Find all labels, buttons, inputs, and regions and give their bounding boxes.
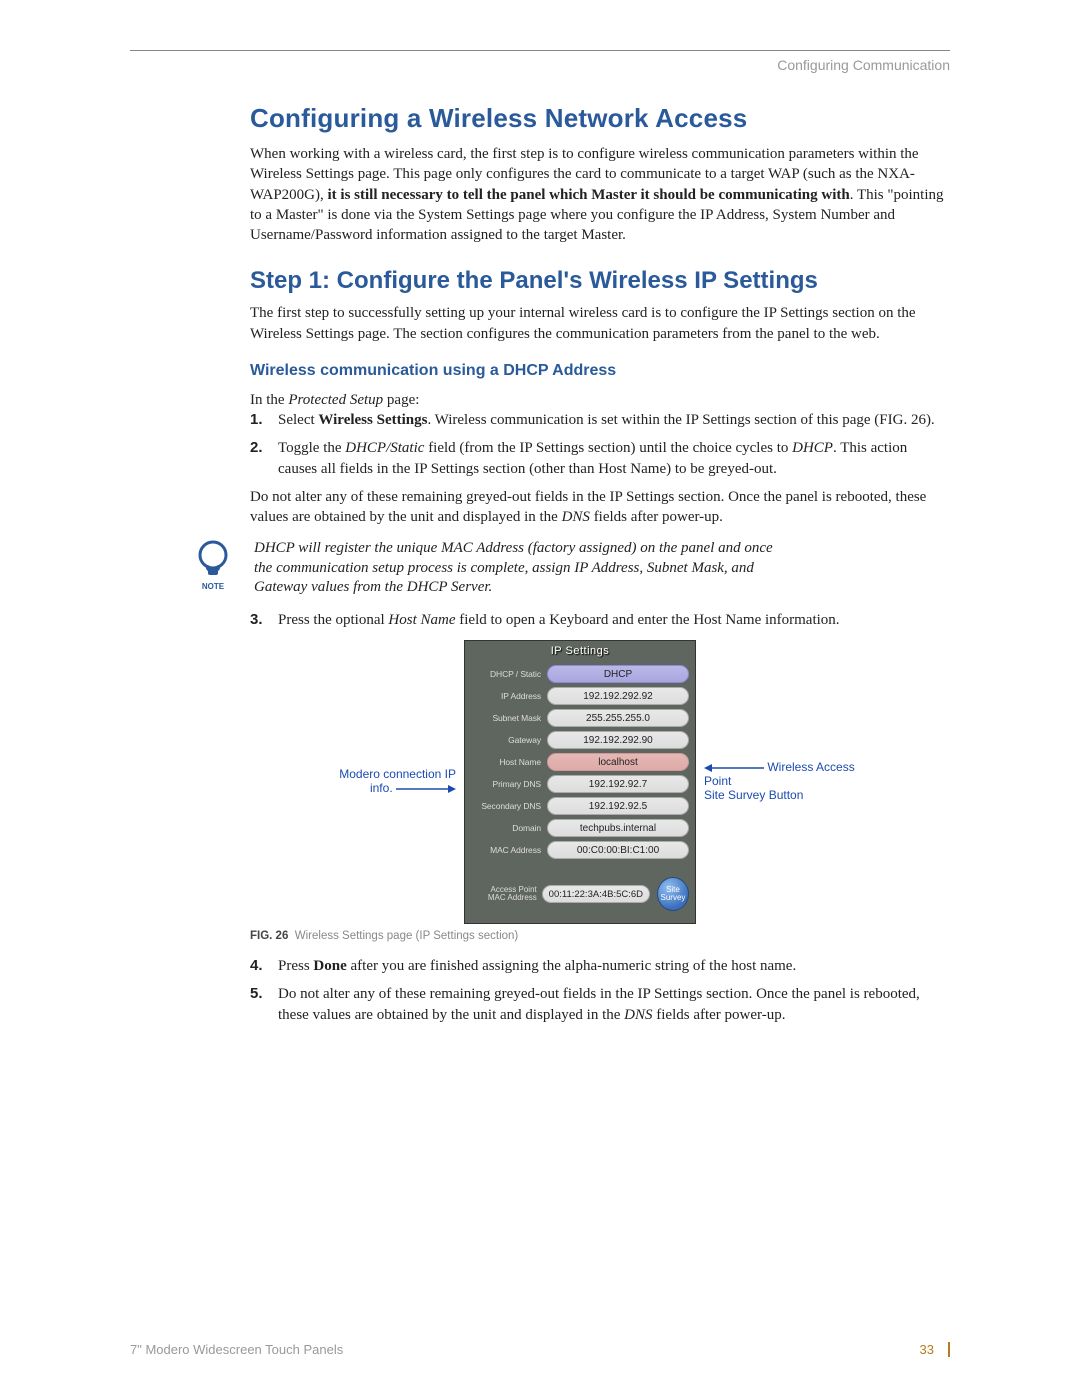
ip-field-value[interactable]: localhost [547, 753, 689, 771]
heading-2: Step 1: Configure the Panel's Wireless I… [250, 267, 950, 295]
heading-1: Configuring a Wireless Network Access [250, 103, 950, 134]
callout-left: Modero connection IP info. [336, 768, 456, 796]
callout-text: Site Survey Button [704, 788, 803, 802]
list-item: Press the optional Host Name field to op… [250, 610, 950, 630]
list-item: Do not alter any of these remaining grey… [250, 984, 950, 1025]
paragraph: The first step to successfully setting u… [250, 303, 950, 344]
ip-row: DHCP / Static DHCP [465, 663, 695, 685]
ip-field-label: Subnet Mask [471, 713, 541, 723]
text: Press [278, 958, 313, 974]
figure-26: Modero connection IP info. IP Settings D… [250, 640, 950, 924]
text: after you are finished assigning the alp… [347, 958, 796, 974]
ip-field-value[interactable]: 192.192.92.7 [547, 775, 689, 793]
text-italic: DHCP/Static [345, 440, 424, 456]
text: Toggle the [278, 440, 345, 456]
paragraph-intro: When working with a wireless card, the f… [250, 144, 950, 245]
ip-field-label: IP Address [471, 691, 541, 701]
header-section-label: Configuring Communication [130, 57, 950, 73]
text: In the [250, 392, 288, 408]
footer-title: 7" Modero Widescreen Touch Panels [130, 1342, 343, 1357]
ip-field-value[interactable]: 192.192.292.92 [547, 687, 689, 705]
text: field to open a Keyboard and enter the H… [456, 612, 840, 628]
ip-row: Host Name localhost [465, 751, 695, 773]
ip-row: IP Address 192.192.292.92 [465, 685, 695, 707]
text: field (from the IP Settings section) unt… [424, 440, 792, 456]
ip-row: MAC Address 00:C0:00:BI:C1:00 [465, 839, 695, 861]
ip-field-value[interactable]: 192.192.92.5 [547, 797, 689, 815]
ap-label: Access Point MAC Address [471, 886, 537, 903]
ip-field-value[interactable]: 255.255.255.0 [547, 709, 689, 727]
text-italic: Host Name [388, 612, 455, 628]
ip-field-label: Gateway [471, 735, 541, 745]
arrow-left-icon [704, 763, 764, 773]
ip-row: Gateway 192.192.292.90 [465, 729, 695, 751]
text: . Wireless communication is set within t… [427, 412, 934, 428]
text-italic: DNS [624, 1007, 652, 1023]
text: Select [278, 412, 318, 428]
content-area: Configuring a Wireless Network Access Wh… [130, 103, 950, 1025]
paragraph: Do not alter any of these remaining grey… [250, 487, 950, 528]
page-number: 33 [920, 1342, 938, 1357]
text-italic: DHCP [792, 440, 833, 456]
access-point-row: Access Point MAC Address 00:11:22:3A:4B:… [465, 875, 695, 913]
ip-field-label: Primary DNS [471, 779, 541, 789]
ip-field-value[interactable]: DHCP [547, 665, 689, 683]
paragraph: In the Protected Setup page: [250, 390, 950, 410]
site-survey-button[interactable]: Site Survey [657, 877, 689, 911]
ip-row: Secondary DNS 192.192.92.5 [465, 795, 695, 817]
text: page: [383, 392, 419, 408]
note-icon: NOTE [190, 539, 236, 596]
page-content: Configuring Communication Configuring a … [130, 50, 950, 1033]
text-bold: Wireless Settings [318, 412, 427, 428]
figure-caption: FIG. 26 Wireless Settings page (IP Setti… [250, 930, 950, 942]
ip-panel-title: IP Settings [465, 641, 695, 663]
ip-field-label: MAC Address [471, 845, 541, 855]
ordered-list-continue-1: Press the optional Host Name field to op… [250, 610, 950, 630]
ip-field-label: Secondary DNS [471, 801, 541, 811]
ap-mac-field[interactable]: 00:11:22:3A:4B:5C:6D [542, 885, 650, 903]
note-block: NOTE DHCP will register the unique MAC A… [190, 539, 950, 598]
ip-settings-panel: IP Settings DHCP / Static DHCP IP Address 1… [464, 640, 696, 924]
ip-row: Domain techpubs.internal [465, 817, 695, 839]
fig-text: Wireless Settings page (IP Settings sect… [295, 930, 519, 942]
callout-right: Wireless Access Point Site Survey Button [704, 761, 864, 802]
text: fields after power-up. [590, 509, 723, 525]
text-bold: Done [313, 958, 346, 974]
page-footer: 7" Modero Widescreen Touch Panels 33 [130, 1342, 950, 1357]
heading-3: Wireless communication using a DHCP Addr… [250, 362, 950, 380]
text-italic: DNS [562, 509, 590, 525]
ip-field-label: DHCP / Static [471, 669, 541, 679]
arrow-right-icon [396, 784, 456, 794]
list-item: Select Wireless Settings. Wireless commu… [250, 410, 950, 430]
ip-row: Subnet Mask 255.255.255.0 [465, 707, 695, 729]
ip-field-value[interactable]: 00:C0:00:BI:C1:00 [547, 841, 689, 859]
ordered-list-1: Select Wireless Settings. Wireless commu… [250, 410, 950, 479]
text-bold: it is still necessary to tell the panel … [328, 187, 850, 203]
ip-field-label: Host Name [471, 757, 541, 767]
ip-field-value[interactable]: 192.192.292.90 [547, 731, 689, 749]
text: Press the optional [278, 612, 388, 628]
fig-num: FIG. 26 [250, 930, 288, 942]
list-item: Press Done after you are finished assign… [250, 956, 950, 976]
ip-field-value[interactable]: techpubs.internal [547, 819, 689, 837]
text-italic: Protected Setup [288, 392, 383, 408]
note-text: DHCP will register the unique MAC Addres… [254, 539, 774, 598]
text: Do not alter any of these remaining grey… [278, 986, 920, 1022]
svg-text:NOTE: NOTE [202, 582, 225, 591]
text: fields after power-up. [653, 1007, 786, 1023]
ordered-list-continue-2: Press Done after you are finished assign… [250, 956, 950, 1025]
ip-field-label: Domain [471, 823, 541, 833]
ip-row: Primary DNS 192.192.92.7 [465, 773, 695, 795]
list-item: Toggle the DHCP/Static field (from the I… [250, 438, 950, 479]
